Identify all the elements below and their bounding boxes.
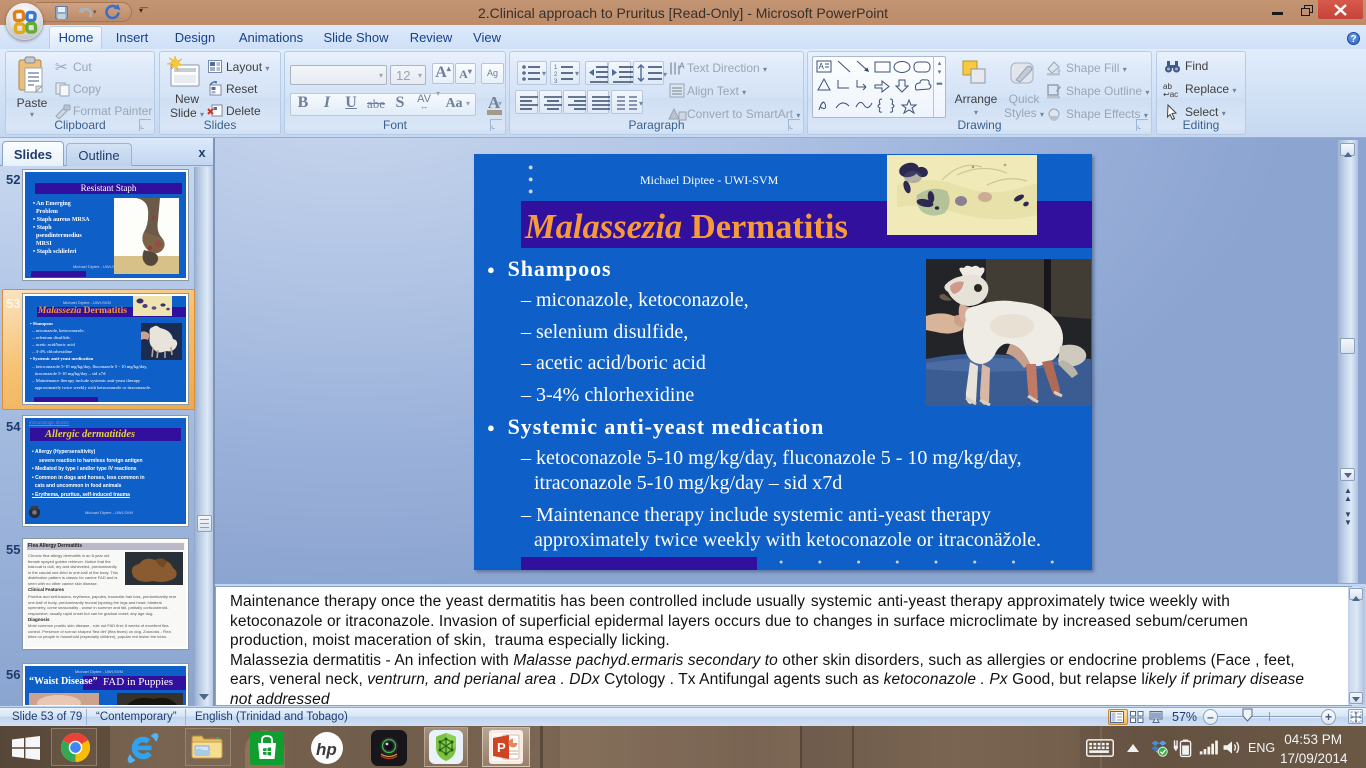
- svg-text:▾: ▾: [575, 69, 579, 78]
- svg-text:▾: ▾: [542, 69, 546, 78]
- svg-text:hp: hp: [316, 740, 337, 759]
- svg-text:▾: ▾: [663, 70, 667, 79]
- svg-text:↩ac: ↩ac: [1163, 90, 1178, 97]
- svg-text:P: P: [497, 740, 506, 755]
- svg-text:1: 1: [554, 65, 558, 71]
- svg-text:A: A: [819, 62, 825, 71]
- svg-text:▾: ▾: [639, 99, 643, 108]
- svg-text:A: A: [679, 62, 685, 71]
- svg-text:2: 2: [554, 72, 558, 78]
- svg-text:3: 3: [554, 79, 558, 85]
